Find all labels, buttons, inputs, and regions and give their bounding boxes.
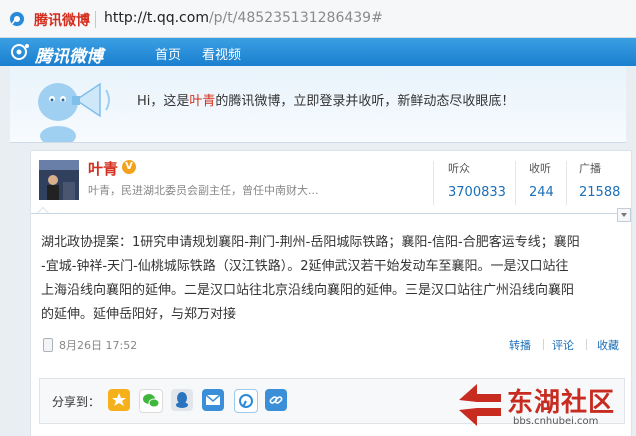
- stat-label: 广播: [579, 162, 601, 175]
- qq-icon[interactable]: [171, 389, 193, 411]
- url-path: /p/t/485235131286439#: [208, 10, 383, 26]
- nav-home[interactable]: 首页: [155, 44, 181, 63]
- url-field[interactable]: http://t.qq.com/p/t/485235131286439#: [104, 10, 383, 26]
- stat-divider: [515, 161, 516, 205]
- post-line: 湖北政协提案：1研究申请规划襄阳-荆门-荆州-岳阳城际铁路；襄阳-信阳-合肥客运…: [41, 235, 580, 250]
- stat-following[interactable]: 收听 244: [529, 160, 554, 200]
- weibo-icon[interactable]: [234, 389, 258, 413]
- share-label: 分享到：: [52, 395, 101, 409]
- header-divider: [31, 213, 621, 214]
- action-divider: [586, 339, 587, 350]
- watermark-logo-icon: [459, 384, 501, 426]
- login-banner: Hi，这是叶青的腾讯微博，立即登录并收听，新鲜动态尽收眼底！: [10, 66, 626, 143]
- post-meta: 8月26日 17:52 转播 评论 收藏: [41, 337, 621, 353]
- stat-divider: [433, 161, 434, 205]
- avatar[interactable]: [39, 160, 79, 200]
- banner-message: Hi，这是叶青的腾讯微博，立即登录并收听，新鲜动态尽收眼底！: [137, 90, 514, 109]
- url-host: http://t.qq.com: [104, 10, 209, 26]
- qzone-icon[interactable]: [108, 389, 130, 411]
- banner-user-link[interactable]: 叶青: [189, 94, 215, 109]
- post-line: -宜城-钟祥-天门-仙桃城际铁路（汉江铁路）。2延伸武汉若干始发动车至襄阳。一是…: [41, 259, 569, 274]
- address-bar: 腾讯微博 http://t.qq.com/p/t/485235131286439…: [0, 0, 636, 38]
- banner-suffix: 的腾讯微博，立即登录并收听，新鲜动态尽收眼底！: [215, 94, 515, 109]
- stat-divider: [566, 161, 567, 205]
- watermark-text: 东湖社区: [507, 388, 616, 418]
- wechat-icon[interactable]: [139, 389, 163, 413]
- post-line: 上海沿线向襄阳的延伸。二是汉口站往北京沿线向襄阳的延伸。三是汉口站往广州沿线向襄…: [41, 283, 575, 298]
- site-name: 腾讯微博: [34, 13, 90, 29]
- stat-broadcasts[interactable]: 广播 21588: [579, 160, 620, 200]
- email-icon[interactable]: [202, 389, 224, 411]
- post-line: 的延伸。延伸岳阳好，与郑万对接: [41, 307, 237, 322]
- divider-caret-icon: [37, 207, 49, 213]
- top-nav: 腾讯微博 首页 看视频: [0, 38, 636, 67]
- mascot-megaphone-icon: [38, 82, 110, 142]
- profile-name[interactable]: 叶青: [88, 158, 118, 179]
- stat-followers[interactable]: 听众 3700833: [448, 160, 506, 200]
- verified-badge-icon: V: [122, 160, 136, 174]
- comment-button[interactable]: 评论: [552, 337, 574, 353]
- post-content: 湖北政协提案：1研究申请规划襄阳-荆门-荆州-岳阳城际铁路；襄阳-信阳-合肥客运…: [41, 231, 623, 327]
- mobile-icon: [43, 338, 53, 352]
- repost-button[interactable]: 转播: [509, 337, 531, 353]
- link-icon[interactable]: [265, 389, 287, 411]
- action-divider: [543, 339, 544, 350]
- post-time[interactable]: 8月26日 17:52: [59, 337, 137, 353]
- site-watermark: 东湖社区 bbs.cnhubei.com: [455, 380, 636, 435]
- site-favicon-icon: [9, 11, 25, 27]
- favorite-button[interactable]: 收藏: [597, 337, 619, 353]
- stat-label: 听众: [448, 162, 470, 175]
- more-dropdown-icon[interactable]: [617, 208, 631, 222]
- logo-text: 腾讯微博: [35, 47, 103, 67]
- stat-value: 244: [529, 185, 554, 200]
- nav-video[interactable]: 看视频: [202, 44, 241, 63]
- stat-value: 21588: [579, 185, 621, 200]
- stat-label: 收听: [529, 162, 551, 175]
- stat-value: 3700833: [448, 185, 506, 200]
- address-divider: [95, 11, 96, 28]
- watermark-url: bbs.cnhubei.com: [513, 416, 599, 427]
- banner-prefix: Hi，这是: [137, 94, 190, 109]
- weibo-logo-icon: [11, 44, 29, 60]
- profile-bio: 叶青，民进湖北委员会副主任，曾任中南财大...: [88, 184, 319, 197]
